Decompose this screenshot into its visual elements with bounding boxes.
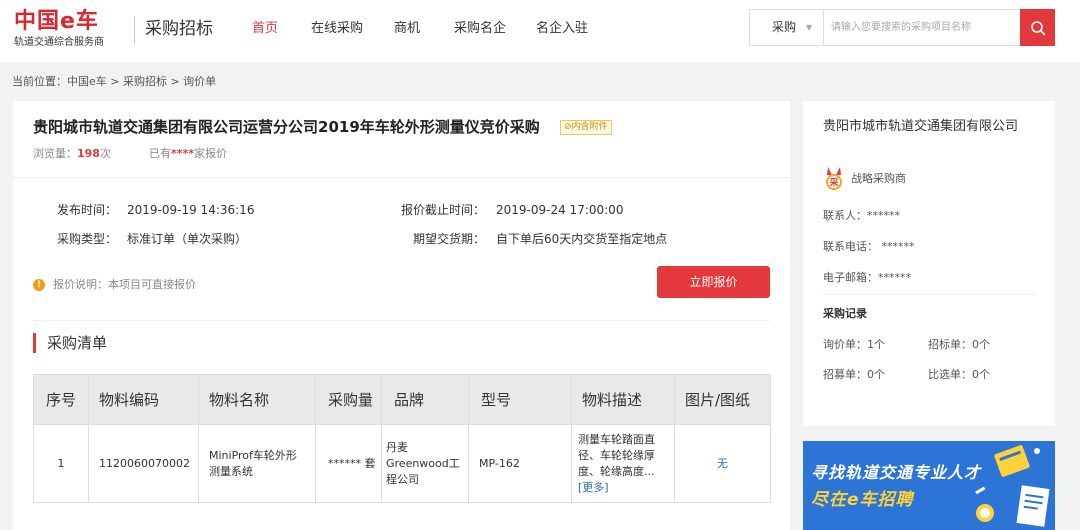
medal-icon-text: 采 <box>828 177 838 189</box>
column-header: 图片/图纸 <box>674 374 771 425</box>
logo-main-text: 中国e车 <box>14 9 99 34</box>
logo-subtitle: 轨道交通综合服务商 <box>14 37 104 48</box>
deadline-label: 报价截止时间： <box>401 203 486 217</box>
medal-icon: 采 <box>826 167 842 190</box>
delivery-value: 自下单后60天内交货至指定地点 <box>496 232 668 246</box>
nav-item-online-purchase[interactable]: 在线采购 <box>311 18 363 40</box>
cell-material-code: 1120060070002 <box>88 424 199 503</box>
header: 中国e车 轨道交通综合服务商 采购招标 首页 在线采购 商机 采购名企 名企入驻… <box>0 0 1080 62</box>
view-count-unit: 次 <box>99 147 111 160</box>
cell-index: 1 <box>33 424 89 503</box>
cell-description: 测量车轮踏面直径、车轮轮缘厚度、轮缘高度... [更多] <box>571 424 675 503</box>
column-header: 物料名称 <box>198 374 316 425</box>
table-row: 1 1120060070002 MiniProf车轮外形测量系统 ****** … <box>33 424 771 503</box>
documents-illustration-icon <box>975 445 1050 527</box>
record-recruit[interactable]: 招募单：0个 <box>823 367 885 383</box>
more-link[interactable]: [更多] <box>578 481 609 494</box>
column-header: 品牌 <box>381 374 469 425</box>
nav-item-join[interactable]: 名企入驻 <box>536 18 588 40</box>
recruitment-banner[interactable]: 寻找轨道交通专业人才 尽在e车招聘 <box>803 441 1055 530</box>
purchase-list-table: 序号 物料编码 物料名称 采购量 品牌 型号 物料描述 图片/图纸 1 1120… <box>33 374 771 503</box>
site-section-title[interactable]: 采购招标 <box>145 17 213 41</box>
column-header: 物料编码 <box>88 374 199 425</box>
record-inquiry[interactable]: 询价单：1个 <box>823 337 885 353</box>
record-tender[interactable]: 招标单：0个 <box>928 337 990 353</box>
search-input[interactable] <box>825 10 1019 45</box>
column-header: 物料描述 <box>571 374 675 425</box>
site-logo[interactable]: 中国e车 轨道交通综合服务商 <box>14 8 132 52</box>
contact-email: 电子邮箱：****** <box>823 271 911 284</box>
divider <box>13 177 790 178</box>
record-compare[interactable]: 比选单：0个 <box>928 367 990 383</box>
column-header: 采购量 <box>315 374 382 425</box>
strategic-buyer-label: 战略采购商 <box>851 172 906 185</box>
column-header: 序号 <box>33 374 89 425</box>
purchase-records-title: 采购记录 <box>823 307 867 320</box>
view-count-label: 浏览量： <box>33 147 77 160</box>
publish-time-value: 2019-09-19 14:36:16 <box>127 203 255 217</box>
column-header: 型号 <box>468 374 572 425</box>
nav-item-home[interactable]: 首页 <box>252 18 278 40</box>
project-detail-card: 贵阳城市轨道交通集团有限公司运营分公司2019年车轮外形测量仪竞价采购 ⊘内含附… <box>13 101 790 530</box>
quote-count: 已有****家报价 <box>149 146 227 162</box>
purchase-type-label: 采购类型： <box>57 232 118 246</box>
cell-brand: 丹麦Greenwood工程公司 <box>381 424 469 503</box>
description-text: 测量车轮踏面直径、车轮轮缘厚度、轮缘高度... <box>578 432 655 478</box>
search-button[interactable] <box>1020 9 1055 46</box>
contact-phone: 联系电话： ****** <box>823 240 915 253</box>
paperclip-icon: ⊘ <box>564 122 572 132</box>
divider <box>823 294 1035 295</box>
project-title: 贵阳城市轨道交通集团有限公司运营分公司2019年车轮外形测量仪竞价采购 <box>33 118 540 136</box>
search-icon <box>1030 20 1045 35</box>
nav-item-business[interactable]: 商机 <box>394 18 420 40</box>
cell-model: MP-162 <box>468 424 572 503</box>
strategic-buyer-badge: 采 战略采购商 <box>823 167 906 191</box>
cell-material-name: MiniProf车轮外形测量系统 <box>198 424 316 503</box>
attachment-badge[interactable]: ⊘内含附件 <box>560 120 612 135</box>
quote-count-prefix: 已有 <box>149 147 171 160</box>
quote-now-button[interactable]: 立即报价 <box>657 266 770 298</box>
search-category-label: 采购 <box>772 20 797 34</box>
divider <box>33 320 770 321</box>
table-header-row: 序号 物料编码 物料名称 采购量 品牌 型号 物料描述 图片/图纸 <box>33 374 771 425</box>
publish-time-label: 发布时间： <box>57 203 118 217</box>
purchase-list-title: 采购清单 <box>33 333 107 353</box>
view-count: 浏览量：198次 <box>33 146 111 162</box>
delivery-label: 期望交货期： <box>413 232 486 246</box>
quote-count-masked: **** <box>171 147 195 160</box>
deadline-value: 2019-09-24 17:00:00 <box>496 203 624 217</box>
banner-subheadline: 尽在e车招聘 <box>811 490 914 510</box>
cell-quantity: ****** 套 <box>315 424 382 503</box>
buyer-info-card: 贵阳市城市轨道交通集团有限公司 采 战略采购商 联系人：****** 联系电话：… <box>803 101 1055 426</box>
purchase-type-value: 标准订单（单次采购） <box>127 232 248 246</box>
quote-count-suffix: 家报价 <box>194 147 228 160</box>
cell-image: 无 <box>674 424 771 503</box>
header-divider <box>134 16 135 44</box>
quote-note-text: 报价说明：本项目可直接报价 <box>53 278 196 291</box>
breadcrumb[interactable]: 当前位置：中国e车 > 采购招标 > 询价单 <box>12 74 216 90</box>
banner-headline: 寻找轨道交通专业人才 <box>811 463 982 482</box>
buyer-company-name[interactable]: 贵阳市城市轨道交通集团有限公司 <box>823 116 1038 137</box>
info-icon: ! <box>33 279 45 291</box>
chevron-down-icon: ▼ <box>806 23 813 32</box>
image-link[interactable]: 无 <box>717 457 728 470</box>
search-category-select[interactable]: 采购 ▼ <box>750 10 824 45</box>
attachment-badge-label: 内含附件 <box>571 122 608 132</box>
view-count-number: 198 <box>77 147 100 160</box>
search-box: 采购 ▼ <box>749 9 1055 46</box>
quote-note: ! 报价说明：本项目可直接报价 <box>33 277 196 293</box>
nav-item-famous-buyers[interactable]: 采购名企 <box>454 18 506 40</box>
contact-person: 联系人：****** <box>823 209 900 222</box>
